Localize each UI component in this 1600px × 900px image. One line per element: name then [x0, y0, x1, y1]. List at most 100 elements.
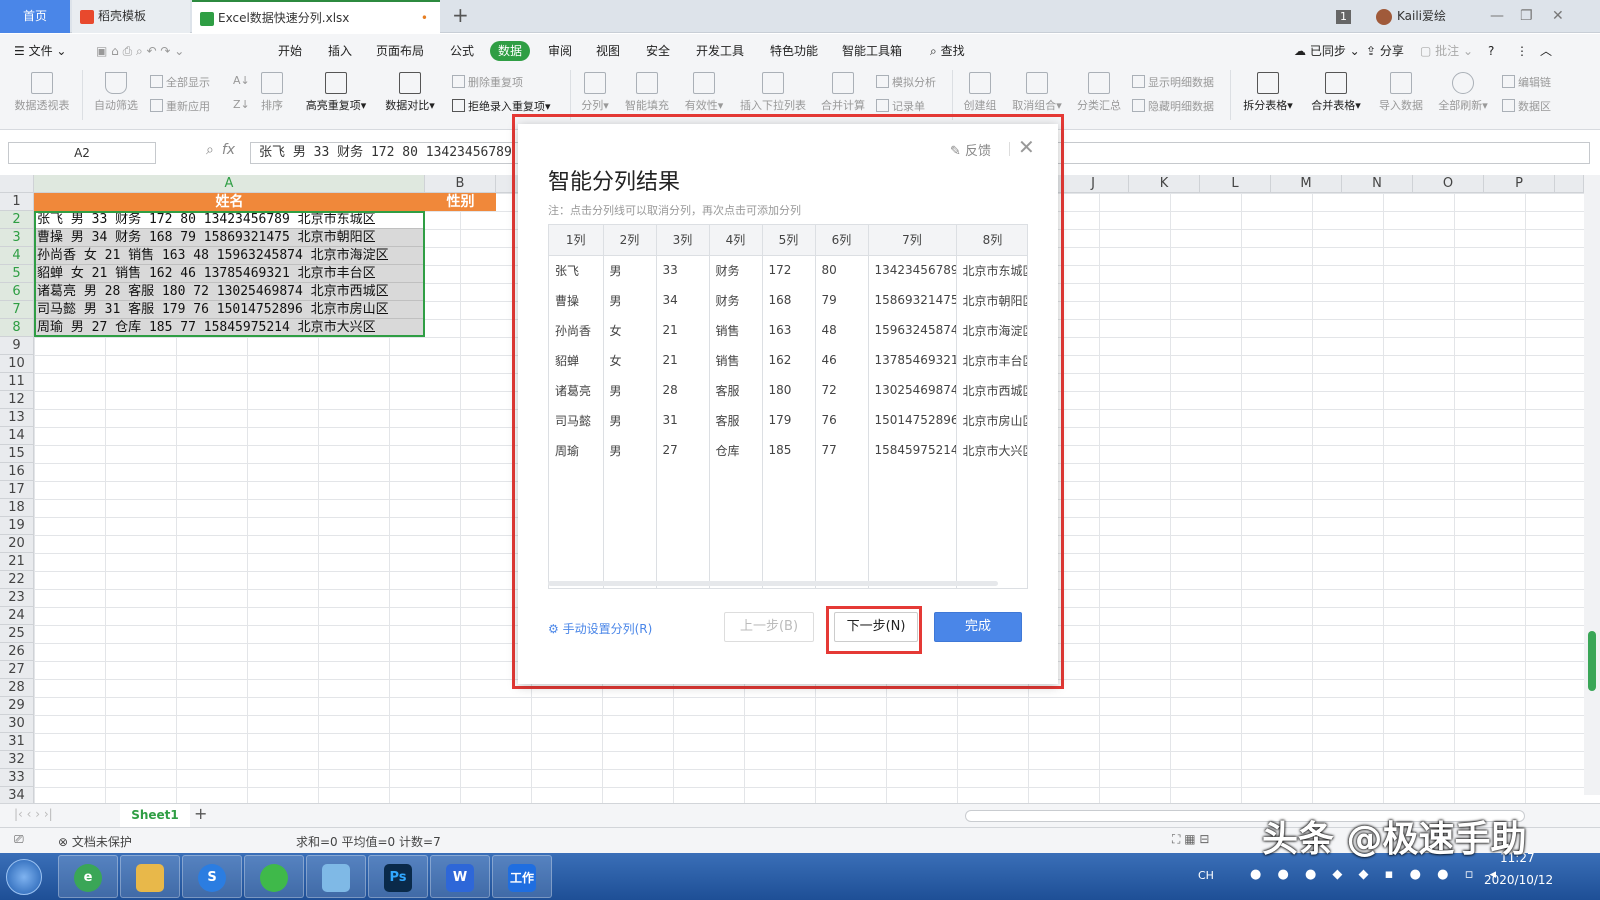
- sort-desc-icon[interactable]: Z↓: [233, 98, 250, 111]
- menu-start[interactable]: 开始: [278, 41, 302, 61]
- sync-button[interactable]: ☁ 已同步 ⌄: [1294, 41, 1360, 61]
- sort-asc-icon[interactable]: A↓: [233, 74, 250, 87]
- row-header[interactable]: 21: [0, 553, 34, 571]
- row-header[interactable]: 9: [0, 337, 34, 355]
- row-header[interactable]: 24: [0, 607, 34, 625]
- row-header[interactable]: 26: [0, 643, 34, 661]
- prev-step-button[interactable]: 上一步(B): [724, 612, 814, 642]
- annotate-button[interactable]: ▢ 批注 ⌄: [1420, 41, 1473, 61]
- menu-special[interactable]: 特色功能: [770, 41, 818, 61]
- col-header-l[interactable]: L: [1200, 175, 1271, 193]
- menu-developer[interactable]: 开发工具: [696, 41, 744, 61]
- file-menu[interactable]: ☰ 文件 ⌄: [14, 41, 66, 61]
- delete-dup-button[interactable]: 删除重复项: [452, 74, 523, 90]
- select-all-corner[interactable]: [0, 175, 34, 193]
- row-header[interactable]: 17: [0, 481, 34, 499]
- row-header[interactable]: 19: [0, 517, 34, 535]
- col-header-m[interactable]: M: [1271, 175, 1342, 193]
- row-header[interactable]: 6: [0, 283, 34, 301]
- col-header-n[interactable]: N: [1342, 175, 1413, 193]
- highlight-dup-button[interactable]: 高亮重复项▾: [300, 72, 372, 113]
- row-header[interactable]: 16: [0, 463, 34, 481]
- share-button[interactable]: ⇪ 分享: [1366, 41, 1404, 61]
- taskbar-notepad[interactable]: [306, 855, 366, 898]
- sheet-tab-sheet1[interactable]: Sheet1: [120, 804, 190, 827]
- taskbar-wps[interactable]: W: [430, 855, 490, 898]
- feedback-button[interactable]: ✎ 反馈: [950, 140, 991, 159]
- tray-icons[interactable]: ● ● ● ◆ ◆ ▪ ● ● ▫ ◂: [1250, 867, 1502, 882]
- taskbar-browser[interactable]: e: [58, 855, 118, 898]
- row-header[interactable]: 14: [0, 427, 34, 445]
- subtotal-button[interactable]: 分类汇总: [1074, 72, 1124, 113]
- menu-review[interactable]: 审阅: [548, 41, 572, 61]
- compare-button[interactable]: 数据对比▾: [380, 72, 440, 113]
- vertical-scroll-thumb[interactable]: [1588, 631, 1596, 691]
- tab-template[interactable]: 稻壳模板: [72, 0, 190, 33]
- split-button[interactable]: 分列▾: [578, 72, 612, 113]
- more-icon[interactable]: ⋮: [1516, 41, 1528, 61]
- row-header[interactable]: 30: [0, 715, 34, 733]
- cell-b1[interactable]: 性别: [425, 193, 496, 211]
- row-header[interactable]: 25: [0, 625, 34, 643]
- sheet-nav-icons[interactable]: |‹ ‹ › ›|: [14, 807, 53, 821]
- finish-button[interactable]: 完成: [934, 612, 1022, 642]
- preview-col-header[interactable]: 8列: [956, 225, 1027, 256]
- user-name[interactable]: Kaili爱绘: [1397, 9, 1446, 23]
- reapply-button[interactable]: 重新应用: [150, 98, 210, 114]
- menu-data[interactable]: 数据: [490, 41, 531, 61]
- search-button[interactable]: ⌕ 查找: [930, 41, 965, 61]
- showall-button[interactable]: 全部显示: [150, 74, 210, 90]
- tab-home[interactable]: 首页: [0, 0, 70, 33]
- menu-formula[interactable]: 公式: [450, 41, 474, 61]
- row-header[interactable]: 32: [0, 751, 34, 769]
- record-button[interactable]: 记录单: [876, 98, 925, 114]
- row-header[interactable]: 2: [0, 211, 34, 229]
- col-header-p[interactable]: P: [1484, 175, 1555, 193]
- col-header-b[interactable]: B: [425, 175, 496, 193]
- close-icon[interactable]: ✕: [1552, 0, 1564, 33]
- taskbar-sogou[interactable]: S: [182, 855, 242, 898]
- name-box[interactable]: A2: [8, 142, 156, 164]
- fx-icon[interactable]: ⌕ fx: [206, 142, 235, 158]
- smartfill-button[interactable]: 智能填充: [622, 72, 672, 113]
- col-header-a[interactable]: A: [34, 175, 425, 193]
- row-header[interactable]: 4: [0, 247, 34, 265]
- row-header[interactable]: 13: [0, 409, 34, 427]
- taskbar-wechat[interactable]: [244, 855, 304, 898]
- view-mode-icons[interactable]: ⛶ ▦ ⊟: [1172, 832, 1209, 847]
- row-header[interactable]: 15: [0, 445, 34, 463]
- ungroup-button[interactable]: 取消组合▾: [1008, 72, 1066, 113]
- add-sheet-plus-icon[interactable]: +: [194, 804, 207, 823]
- cell-a1[interactable]: 姓名: [34, 193, 425, 211]
- show-detail-button[interactable]: 显示明细数据: [1132, 74, 1214, 90]
- quick-access-icons[interactable]: ▣ ⌂ ⎙ ⌕ ↶ ↷ ⌄: [96, 41, 184, 61]
- preview-horizontal-scrollbar[interactable]: [548, 581, 998, 586]
- menu-insert[interactable]: 插入: [328, 41, 352, 61]
- col-header-k[interactable]: K: [1129, 175, 1200, 193]
- minimize-icon[interactable]: —: [1490, 0, 1504, 33]
- row-header[interactable]: 33: [0, 769, 34, 787]
- row-header[interactable]: 7: [0, 301, 34, 319]
- protect-status[interactable]: ⊗ 文档未保护: [58, 833, 132, 850]
- preview-col-header[interactable]: 2列: [603, 225, 657, 256]
- preview-col-header[interactable]: 6列: [815, 225, 869, 256]
- menu-security[interactable]: 安全: [646, 41, 670, 61]
- edit-link-button[interactable]: 编辑链: [1502, 74, 1551, 90]
- validity-button[interactable]: 有效性▾: [680, 72, 728, 113]
- split-table-button[interactable]: 拆分表格▾: [1238, 72, 1298, 113]
- preview-col-header[interactable]: 3列: [656, 225, 710, 256]
- input-language[interactable]: CH: [1198, 869, 1214, 882]
- row-header[interactable]: 3: [0, 229, 34, 247]
- row-header[interactable]: 31: [0, 733, 34, 751]
- row-header[interactable]: 28: [0, 679, 34, 697]
- row-header[interactable]: 20: [0, 535, 34, 553]
- data-src-button[interactable]: 数据区: [1502, 98, 1551, 114]
- window-count-badge[interactable]: 1: [1336, 10, 1351, 24]
- row-header[interactable]: 1: [0, 193, 34, 211]
- vertical-scrollbar[interactable]: [1584, 175, 1600, 795]
- merge-table-button[interactable]: 合并表格▾: [1306, 72, 1366, 113]
- row-header[interactable]: 8: [0, 319, 34, 337]
- preview-col-header[interactable]: 1列: [549, 225, 604, 256]
- row-header[interactable]: 10: [0, 355, 34, 373]
- import-data-button[interactable]: 导入数据: [1376, 72, 1426, 113]
